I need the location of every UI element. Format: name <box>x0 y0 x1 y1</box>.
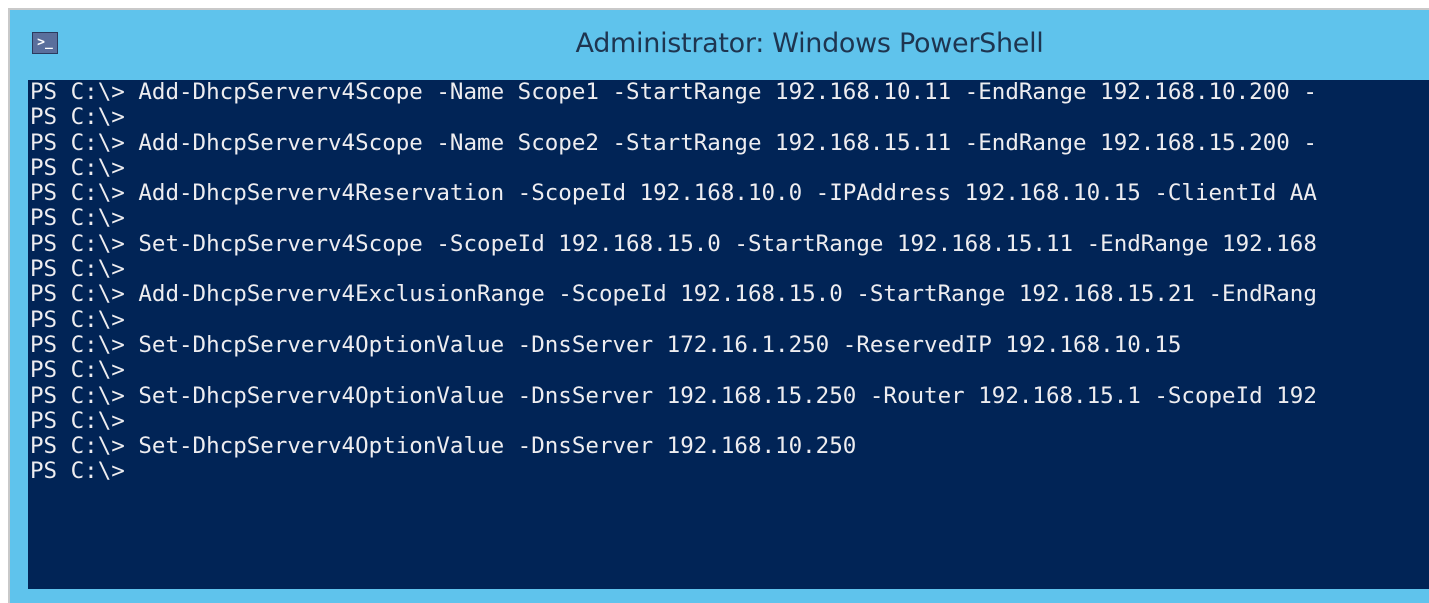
powershell-window: >_ Administrator: Windows PowerShell PS … <box>8 8 1429 603</box>
console-line: PS C:\> <box>30 407 125 434</box>
title-bar[interactable]: >_ Administrator: Windows PowerShell <box>10 10 1429 80</box>
console-line: PS C:\> Set-DhcpServerv4OptionValue -Dns… <box>30 433 857 460</box>
console-line: PS C:\> <box>30 205 125 232</box>
console-output: PS C:\> Add-DhcpServerv4Scope -Name Scop… <box>30 80 1429 485</box>
console-line: PS C:\> Set-DhcpServerv4Scope -ScopeId 1… <box>30 230 1317 257</box>
console-line: PS C:\> <box>30 306 125 333</box>
console-line: PS C:\> Set-DhcpServerv4OptionValue -Dns… <box>30 331 1182 358</box>
console-line: PS C:\> Add-DhcpServerv4Scope -Name Scop… <box>30 129 1317 156</box>
console-line: PS C:\> <box>30 256 125 283</box>
console-line: PS C:\> Set-DhcpServerv4OptionValue -Dns… <box>30 382 1317 409</box>
console-line: PS C:\> <box>30 154 125 181</box>
console-line: PS C:\> <box>30 104 125 131</box>
console-line: PS C:\> <box>30 458 125 485</box>
console-line: PS C:\> Add-DhcpServerv4ExclusionRange -… <box>30 281 1317 308</box>
window-title: Administrator: Windows PowerShell <box>575 28 1044 59</box>
console-area[interactable]: PS C:\> Add-DhcpServerv4Scope -Name Scop… <box>28 80 1429 589</box>
console-line: PS C:\> Add-DhcpServerv4Scope -Name Scop… <box>30 80 1317 105</box>
console-line: PS C:\> <box>30 357 125 384</box>
console-line: PS C:\> Add-DhcpServerv4Reservation -Sco… <box>30 180 1317 207</box>
